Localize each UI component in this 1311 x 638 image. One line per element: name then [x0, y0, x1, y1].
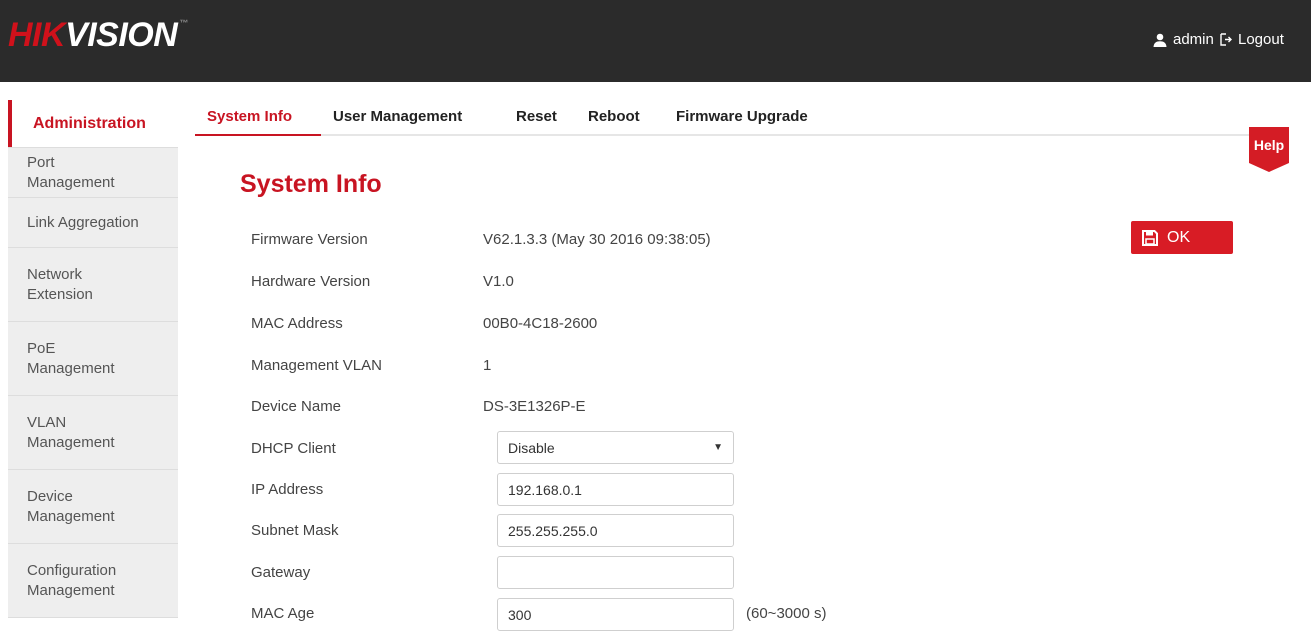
sidebar-item-label-line: Port	[27, 153, 55, 171]
sidebar-item-network-extension[interactable]: Network Extension	[8, 248, 178, 322]
user-icon	[1153, 33, 1167, 47]
dhcp-client-value: Disable	[508, 439, 555, 456]
sidebar-item-label-line: Device	[27, 487, 73, 505]
sidebar-item-label: Configuration Management	[27, 561, 116, 601]
page-title: System Info	[240, 170, 382, 198]
sidebar-item-label-line: Link Aggregation	[27, 213, 139, 231]
sidebar-item-label-line: Management	[27, 507, 115, 525]
tab-system-info[interactable]: System Info	[207, 108, 292, 125]
mac-address-value: 00B0-4C18-2600	[483, 315, 598, 332]
logout-button[interactable]: Logout	[1220, 31, 1284, 48]
username-label: admin	[1173, 31, 1214, 48]
logout-label: Logout	[1238, 31, 1284, 48]
logo-vision-text: VISION	[65, 16, 178, 54]
sidebar-nav: Administration Port Management Link Aggrega…	[8, 100, 178, 618]
tab-user-management[interactable]: User Management	[333, 108, 462, 125]
ip-address-label: IP Address	[251, 481, 324, 498]
sidebar-item-configuration-management[interactable]: Configuration Management	[8, 544, 178, 618]
gateway-label: Gateway	[251, 564, 311, 581]
sidebar-item-label: Network Extension	[27, 265, 93, 305]
tab-firmware-upgrade[interactable]: Firmware Upgrade	[676, 108, 808, 125]
ip-address-input[interactable]	[497, 473, 734, 506]
sidebar-item-vlan-management[interactable]: VLAN Management	[8, 396, 178, 470]
sidebar-item-administration[interactable]: Administration	[8, 100, 178, 148]
sidebar-item-label-line: Network	[27, 265, 83, 283]
sidebar-item-label-line: Configuration	[27, 561, 117, 579]
dhcp-client-label: DHCP Client	[251, 440, 336, 457]
tab-bar: System Info User Management Reset Reboot…	[195, 104, 1286, 136]
top-header: HIKVISION ™ admin Logout	[0, 0, 1311, 82]
logo-trademark: ™	[179, 18, 188, 28]
save-icon	[1142, 229, 1158, 246]
logout-icon	[1220, 33, 1232, 46]
help-button[interactable]: Help	[1249, 127, 1289, 172]
ok-label: OK	[1167, 228, 1191, 246]
firmware-version-label: Firmware Version	[251, 231, 368, 248]
sidebar-item-device-management[interactable]: Device Management	[8, 470, 178, 544]
sidebar-item-label-line: Management	[27, 433, 115, 451]
sidebar-item-label: PoE Management	[27, 339, 115, 379]
mac-age-label: MAC Age	[251, 605, 315, 622]
mac-age-range: (60~3000 s)	[746, 605, 827, 622]
device-name-label: Device Name	[251, 398, 342, 415]
sidebar-item-label: VLAN Management	[27, 413, 115, 453]
subnet-mask-label: Subnet Mask	[251, 522, 339, 539]
firmware-version-value: V62.1.3.3 (May 30 2016 09:38:05)	[483, 231, 711, 248]
sidebar-item-label-line: PoE	[27, 339, 56, 357]
sidebar-item-label: Administration	[33, 114, 146, 134]
sidebar-item-label-line: VLAN	[27, 413, 67, 431]
sidebar-item-label-line: Management	[27, 581, 115, 599]
device-name-value: DS-3E1326P-E	[483, 398, 586, 415]
sidebar-item-port-management[interactable]: Port Management	[8, 148, 178, 198]
logo-hik-text: HIK	[8, 16, 66, 54]
sidebar-item-label: Port Management	[27, 153, 115, 193]
hikvision-logo: HIKVISION ™	[8, 16, 188, 55]
active-tab-indicator	[195, 134, 321, 136]
sidebar-item-label-line: Administration	[33, 114, 146, 132]
sidebar-item-label-line: Management	[27, 173, 115, 191]
tab-reboot[interactable]: Reboot	[588, 108, 640, 125]
dropdown-arrow-icon: ▼	[713, 442, 723, 453]
hardware-version-value: V1.0	[483, 273, 514, 290]
sidebar-item-label: Device Management	[27, 487, 115, 527]
sidebar-item-label: Link Aggregation	[27, 213, 139, 233]
ok-button[interactable]: OK	[1131, 221, 1233, 254]
subnet-mask-input[interactable]	[497, 514, 734, 547]
sidebar-item-link-aggregation[interactable]: Link Aggregation	[8, 198, 178, 248]
hardware-version-label: Hardware Version	[251, 273, 371, 290]
management-vlan-value: 1	[483, 357, 492, 374]
sidebar-item-label-line: Management	[27, 359, 115, 377]
mac-address-label: MAC Address	[251, 315, 343, 332]
sidebar-item-label-line: Extension	[27, 285, 93, 303]
management-vlan-label: Management VLAN	[251, 357, 382, 374]
sidebar-item-poe-management[interactable]: PoE Management	[8, 322, 178, 396]
mac-age-input[interactable]	[497, 598, 734, 631]
dhcp-client-select[interactable]: Disable ▼	[497, 431, 734, 464]
user-menu[interactable]: admin	[1153, 31, 1214, 48]
gateway-input[interactable]	[497, 556, 734, 589]
help-label: Help	[1254, 137, 1284, 153]
tab-reset[interactable]: Reset	[516, 108, 557, 125]
